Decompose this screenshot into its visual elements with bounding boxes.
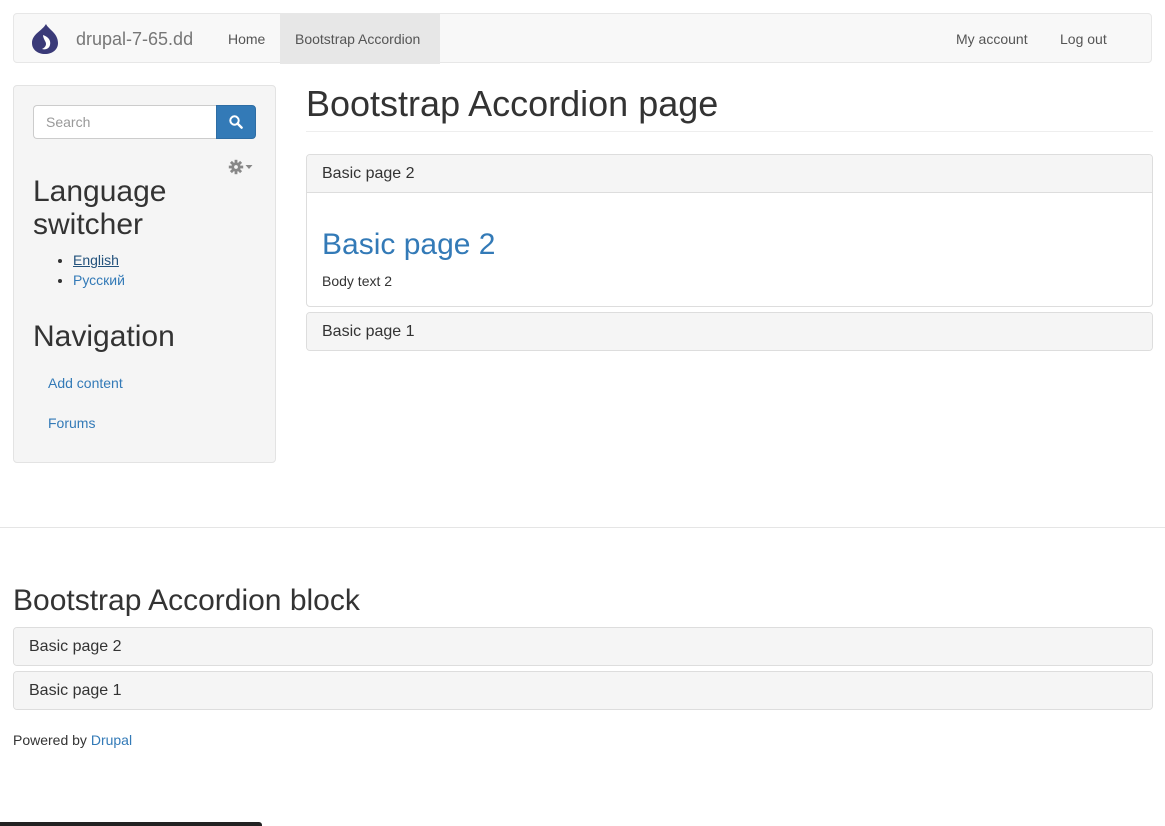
language-link-russian[interactable]: Русский (73, 272, 125, 288)
powered-by-text: Powered by (13, 732, 87, 748)
block-accordion-panel-basic-page-2: Basic page 2 (13, 627, 1153, 666)
caret-down-icon (245, 165, 253, 169)
list-item: Русский (73, 270, 125, 290)
nav-link-add-content[interactable]: Add content (48, 375, 123, 391)
language-switcher-title: Language switcher (33, 175, 167, 241)
block-title: Bootstrap Accordion block (13, 584, 360, 617)
navbar: drupal-7-65.dd Home Bootstrap Accordion … (13, 13, 1152, 64)
accordion-body: Basic page 2 Body text 2 (307, 193, 1152, 306)
language-link-english[interactable]: English (73, 252, 119, 268)
gear-icon (228, 159, 244, 175)
search-icon (229, 115, 243, 129)
sidebar: Language switcher English Русский Naviga… (13, 85, 276, 463)
search-input[interactable] (33, 105, 216, 139)
block-accordion-panel-basic-page-1: Basic page 1 (13, 671, 1153, 710)
navigation-title: Navigation (33, 320, 175, 353)
language-list: English Русский (54, 250, 125, 290)
accordion-heading[interactable]: Basic page 2 (307, 155, 1152, 193)
contextual-links-button[interactable] (228, 157, 254, 177)
brand[interactable]: drupal-7-65.dd (31, 14, 193, 64)
list-item: English (73, 250, 125, 270)
bottom-bar (0, 822, 262, 826)
search-button[interactable] (216, 105, 256, 139)
accordion-panel-basic-page-1: Basic page 1 (306, 312, 1153, 351)
drupal-logo-icon (32, 24, 58, 54)
nav-home[interactable]: Home (213, 14, 280, 64)
accordion-heading[interactable]: Basic page 1 (14, 672, 1152, 709)
accordion-panel-basic-page-2: Basic page 2 Basic page 2 Body text 2 (306, 154, 1153, 307)
region-divider (0, 527, 1165, 528)
accordion-heading[interactable]: Basic page 2 (14, 628, 1152, 665)
nav-my-account[interactable]: My account (941, 14, 1043, 64)
nav-link-forums[interactable]: Forums (48, 415, 95, 431)
accordion-heading[interactable]: Basic page 1 (307, 313, 1152, 350)
page-title: Bootstrap Accordion page (306, 84, 1153, 132)
drupal-link[interactable]: Drupal (91, 732, 132, 748)
site-name[interactable]: drupal-7-65.dd (76, 29, 193, 50)
powered-by: Powered by Drupal (13, 732, 132, 748)
node-body-text: Body text 2 (322, 273, 393, 289)
nav-bootstrap-accordion[interactable]: Bootstrap Accordion (280, 14, 440, 64)
node-title-link[interactable]: Basic page 2 (322, 227, 495, 263)
nav-log-out[interactable]: Log out (1045, 14, 1122, 64)
